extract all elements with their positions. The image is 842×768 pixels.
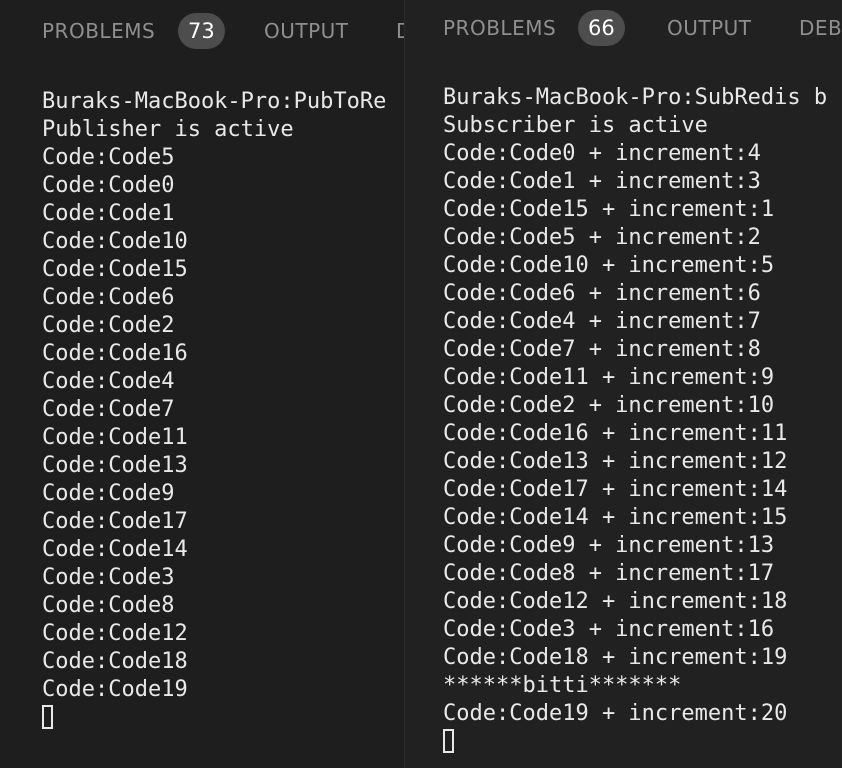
terminal-line: Code:Code4 + increment:7 bbox=[443, 309, 761, 334]
terminal-output[interactable]: Buraks-MacBook-Pro:PubToRe Publisher is a… bbox=[42, 88, 386, 732]
terminal-line: Code:Code18 + increment:19 bbox=[443, 645, 788, 670]
problems-count-badge: 66 bbox=[578, 10, 625, 46]
terminal-line: Code:Code11 + increment:9 bbox=[443, 365, 775, 390]
tab-output[interactable]: OUTPUT bbox=[667, 16, 752, 40]
terminal-line: Code:Code10 + increment:5 bbox=[443, 253, 775, 278]
terminal-line: Code:Code9 bbox=[42, 481, 175, 506]
terminal-prompt-line bbox=[42, 704, 386, 732]
terminal-line: Code:Code16 bbox=[42, 341, 188, 366]
terminal-line: Code:Code9 + increment:13 bbox=[443, 533, 775, 558]
tab-debug-console[interactable]: DEB bbox=[799, 16, 842, 40]
left-terminal-panel: PROBLEMS 73 OUTPUT D Buraks-MacBook-Pro:… bbox=[0, 0, 404, 768]
panel-tab-bar: PROBLEMS 66 OUTPUT DEB bbox=[405, 0, 842, 60]
terminal-line: Code:Code16 + increment:11 bbox=[443, 421, 788, 446]
terminal-line: Code:Code5 bbox=[42, 145, 175, 170]
terminal-line: Code:Code6 + increment:6 bbox=[443, 281, 761, 306]
terminal-line: Code:Code14 bbox=[42, 537, 188, 562]
terminal-line: Code:Code11 bbox=[42, 425, 188, 450]
terminal-line: Code:Code15 + increment:1 bbox=[443, 197, 775, 222]
terminal-line: Subscriber is active bbox=[443, 113, 708, 138]
terminal-line: Code:Code0 bbox=[42, 173, 175, 198]
terminal-line: Code:Code18 bbox=[42, 649, 188, 674]
tab-problems[interactable]: PROBLEMS bbox=[443, 16, 556, 40]
problems-count-badge: 73 bbox=[178, 13, 225, 49]
tab-problems[interactable]: PROBLEMS bbox=[42, 19, 155, 43]
right-terminal-panel: PROBLEMS 66 OUTPUT DEB Buraks-MacBook-Pr… bbox=[404, 0, 842, 768]
terminal-line: Code:Code17 + increment:14 bbox=[443, 477, 788, 502]
panel-tab-bar: PROBLEMS 73 OUTPUT D bbox=[0, 0, 404, 64]
terminal-line: Code:Code2 bbox=[42, 313, 175, 338]
terminal-output[interactable]: Buraks-MacBook-Pro:SubRedis b Subscriber … bbox=[443, 84, 827, 756]
terminal-line: Code:Code7 bbox=[42, 397, 175, 422]
terminal-line: Code:Code7 + increment:8 bbox=[443, 337, 761, 362]
terminal-line: ******bitti******* bbox=[443, 673, 682, 698]
terminal-cursor bbox=[42, 705, 53, 729]
terminal-line: Code:Code19 + increment:20 bbox=[443, 701, 788, 726]
tab-output[interactable]: OUTPUT bbox=[264, 19, 349, 43]
terminal-line: Code:Code17 bbox=[42, 509, 188, 534]
terminal-line: Code:Code3 bbox=[42, 565, 175, 590]
terminal-line: Publisher is active bbox=[42, 117, 294, 142]
terminal-line: Code:Code13 + increment:12 bbox=[443, 449, 788, 474]
terminal-line: Code:Code19 bbox=[42, 677, 188, 702]
terminal-line: Code:Code3 + increment:16 bbox=[443, 617, 775, 642]
terminal-line: Code:Code5 + increment:2 bbox=[443, 225, 761, 250]
terminal-line: Buraks-MacBook-Pro:SubRedis b bbox=[443, 85, 828, 110]
terminal-line: Code:Code14 + increment:15 bbox=[443, 505, 788, 530]
terminal-line: Code:Code10 bbox=[42, 229, 188, 254]
terminal-line: Code:Code8 bbox=[42, 593, 175, 618]
terminal-cursor bbox=[443, 729, 454, 753]
terminal-line: Code:Code0 + increment:4 bbox=[443, 141, 761, 166]
terminal-prompt-line bbox=[443, 728, 827, 756]
terminal-line: Code:Code1 + increment:3 bbox=[443, 169, 761, 194]
terminal-line: Code:Code15 bbox=[42, 257, 188, 282]
terminal-line: Code:Code12 bbox=[42, 621, 188, 646]
terminal-line: Code:Code1 bbox=[42, 201, 175, 226]
terminal-line: Code:Code2 + increment:10 bbox=[443, 393, 775, 418]
terminal-line: Code:Code8 + increment:17 bbox=[443, 561, 775, 586]
terminal-line: Buraks-MacBook-Pro:PubToRe bbox=[42, 89, 387, 114]
tab-debug-console[interactable]: D bbox=[396, 19, 404, 43]
terminal-line: Code:Code6 bbox=[42, 285, 175, 310]
terminal-line: Code:Code12 + increment:18 bbox=[443, 589, 788, 614]
terminal-line: Code:Code4 bbox=[42, 369, 175, 394]
terminal-line: Code:Code13 bbox=[42, 453, 188, 478]
